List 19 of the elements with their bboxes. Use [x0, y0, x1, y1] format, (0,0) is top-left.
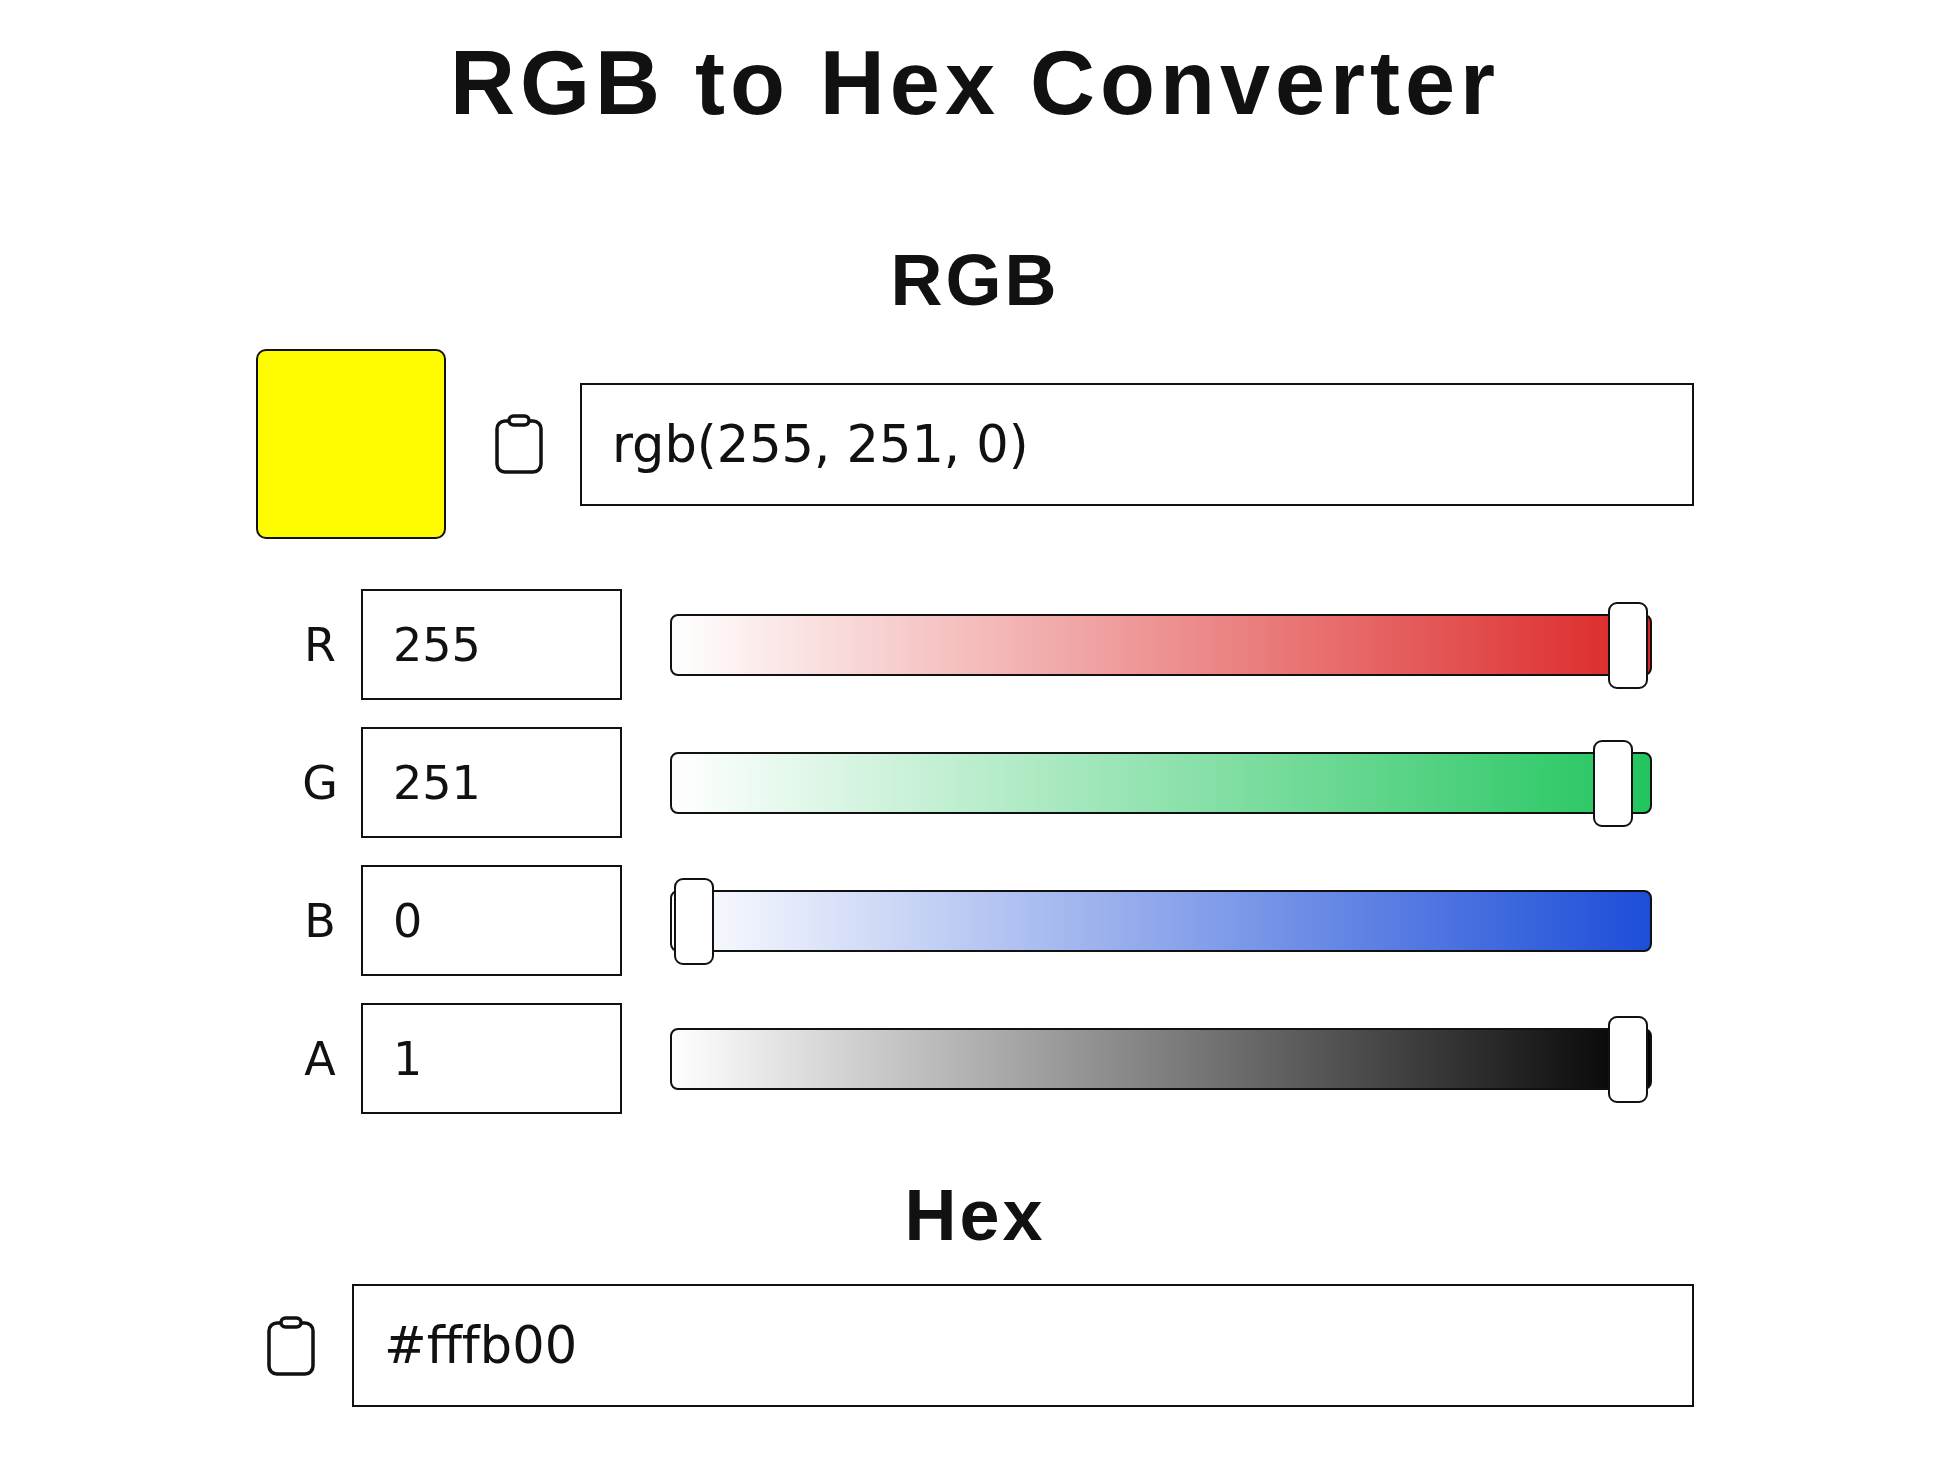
page-title: RGB to Hex Converter	[449, 38, 1501, 128]
channel-label: G	[301, 755, 339, 810]
channel-value-field[interactable]: 0	[361, 865, 622, 976]
clipboard-icon[interactable]	[495, 414, 543, 474]
clipboard-icon[interactable]	[267, 1315, 315, 1376]
channel-label: B	[303, 893, 337, 948]
section-heading: RGB	[890, 244, 1060, 316]
section-heading: Hex	[904, 1179, 1046, 1251]
channel-label: A	[303, 1031, 337, 1086]
channel-value-field[interactable]: 1	[361, 1003, 622, 1114]
rgb-value-field[interactable]: rgb(255, 251, 0)	[580, 382, 1694, 506]
hex-value-field[interactable]: #fffb00	[352, 1284, 1694, 1407]
slider-thumb[interactable]	[1608, 601, 1648, 689]
channel-label: R	[303, 617, 337, 672]
channel-value-field[interactable]: 251	[361, 727, 622, 838]
slider-thumb[interactable]	[1593, 739, 1634, 827]
channel-value-field[interactable]: 255	[361, 589, 622, 700]
slider-thumb[interactable]	[1608, 1015, 1648, 1103]
slider-thumb[interactable]	[674, 877, 714, 965]
